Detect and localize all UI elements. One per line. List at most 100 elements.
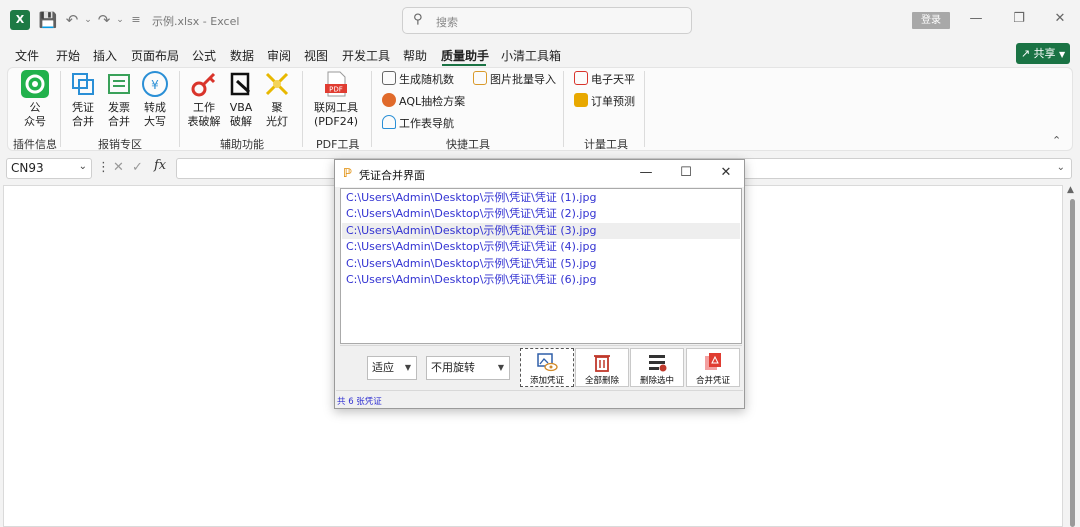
sheet-unlock-label-1: 工作 <box>193 101 215 114</box>
random-number-label: 生成随机数 <box>399 73 454 86</box>
search-box[interactable]: ⚲ 搜索 <box>402 7 692 34</box>
chevron-down-icon[interactable]: ⌄ <box>79 161 87 172</box>
customize-toolbar-icon[interactable]: ≡ <box>126 10 146 30</box>
list-item[interactable]: C:\Users\Admin\Desktop\示例\凭证\凭证 (6).jpg <box>342 272 740 288</box>
menu-view[interactable]: 视图 <box>304 47 328 64</box>
spotlight-button[interactable]: 聚 光灯 <box>263 70 291 129</box>
vba-icon <box>227 70 255 98</box>
sheet-unlock-label-2: 表破解 <box>187 115 221 128</box>
save-icon[interactable]: 💾 <box>38 10 58 30</box>
menu-help[interactable]: 帮助 <box>403 47 427 64</box>
divider <box>336 390 743 391</box>
user-icon <box>382 115 396 129</box>
official-account-button[interactable]: 公 众号 <box>20 70 50 129</box>
trash-icon <box>594 355 610 372</box>
excel-logo-icon[interactable]: X <box>10 10 30 30</box>
list-item[interactable]: C:\Users\Admin\Desktop\示例\凭证\凭证 (2).jpg <box>342 206 740 222</box>
menu-file[interactable]: 文件 <box>15 47 39 64</box>
minimize-icon[interactable]: — <box>968 11 984 26</box>
menu-home[interactable]: 开始 <box>56 47 80 64</box>
menu-formulas[interactable]: 公式 <box>192 47 216 64</box>
menu-quality-assistant[interactable]: 质量助手 <box>441 47 489 64</box>
dialog-maximize-icon[interactable]: ☐ <box>678 165 694 180</box>
image-import-label: 图片批量导入 <box>490 73 556 86</box>
pdf24-button[interactable]: PDF 联网工具 (PDF24) <box>312 70 360 129</box>
status-text: 共 6 张凭证 <box>337 397 382 407</box>
group-quick: 快捷工具 <box>446 138 490 151</box>
sheet-unlock-button[interactable]: 工作 表破解 <box>187 70 221 129</box>
active-tab-indicator <box>442 64 486 66</box>
voucher-merge-button[interactable]: 凭证 合并 <box>68 70 98 129</box>
vertical-scrollbar[interactable]: ▲ <box>1066 185 1078 527</box>
cancel-icon[interactable]: ✕ <box>113 160 124 175</box>
menu-developer[interactable]: 开发工具 <box>342 47 390 64</box>
order-forecast-button[interactable]: 订单预测 <box>574 93 635 109</box>
sheet-nav-button[interactable]: 工作表导航 <box>382 115 454 131</box>
share-button[interactable]: ↗ 共享 ▼ <box>1016 43 1070 64</box>
menu-page-layout[interactable]: 页面布局 <box>131 47 179 64</box>
vba-unlock-label-1: VBA <box>229 101 253 114</box>
invoice-merge-icon <box>105 70 133 98</box>
menu-bar: 文件 开始 插入 页面布局 公式 数据 审阅 视图 开发工具 帮助 质量助手 小… <box>0 40 1080 66</box>
list-item[interactable]: C:\Users\Admin\Desktop\示例\凭证\凭证 (4).jpg <box>342 239 740 255</box>
voucher-merge-label-2: 合并 <box>72 115 94 128</box>
menu-data[interactable]: 数据 <box>230 47 254 64</box>
restore-icon[interactable]: ❐ <box>1011 11 1027 26</box>
delete-row-icon <box>649 355 667 372</box>
list-item[interactable]: C:\Users\Admin\Desktop\示例\凭证\凭证 (5).jpg <box>342 256 740 272</box>
list-item-selected[interactable]: C:\Users\Admin\Desktop\示例\凭证\凭证 (3).jpg <box>342 223 740 239</box>
wechat-icon <box>21 70 49 98</box>
group-separator <box>60 71 61 147</box>
official-account-label-1: 公 <box>29 101 41 114</box>
collapse-ribbon-icon[interactable]: ⌃ <box>1052 134 1061 147</box>
document-title: 示例.xlsx - Excel <box>152 15 240 28</box>
close-icon[interactable]: ✕ <box>1052 11 1068 26</box>
balance-icon <box>574 71 588 85</box>
image-import-button[interactable]: 图片批量导入 <box>473 71 556 87</box>
balance-button[interactable]: 电子天平 <box>574 71 635 87</box>
search-placeholder: 搜索 <box>436 16 458 29</box>
dialog-minimize-icon[interactable]: — <box>638 165 654 180</box>
fit-select-value: 适应 <box>372 361 394 374</box>
fit-select[interactable]: 适应 ▼ <box>367 356 417 380</box>
delete-all-button[interactable]: 全部删除 <box>575 348 629 387</box>
voucher-merge-label-1: 凭证 <box>72 101 94 114</box>
pdf24-label-1: 联网工具 <box>314 101 358 114</box>
scroll-up-icon[interactable]: ▲ <box>1067 185 1074 195</box>
confirm-icon[interactable]: ✓ <box>132 160 143 175</box>
insert-function-icon[interactable]: fx <box>154 158 166 173</box>
merge-voucher-button[interactable]: 合并凭证 <box>686 348 740 387</box>
delete-selected-button[interactable]: 删除选中 <box>630 348 684 387</box>
login-button[interactable]: 登录 <box>912 12 950 29</box>
list-item[interactable]: C:\Users\Admin\Desktop\示例\凭证\凭证 (1).jpg <box>342 190 740 206</box>
to-uppercase-button[interactable]: ¥ 转成 大写 <box>140 70 170 129</box>
spotlight-label-2: 光灯 <box>266 115 288 128</box>
expand-formula-icon[interactable]: ⌄ <box>1057 162 1065 173</box>
app-icon: ℙ <box>343 166 352 180</box>
invoice-merge-label-2: 合并 <box>108 115 130 128</box>
group-assist: 辅助功能 <box>220 138 264 151</box>
pdf-file-icon: PDF <box>322 70 350 98</box>
group-separator <box>179 71 180 147</box>
menu-insert[interactable]: 插入 <box>93 47 117 64</box>
aql-plan-button[interactable]: AQL抽检方案 <box>382 93 465 109</box>
file-list[interactable]: C:\Users\Admin\Desktop\示例\凭证\凭证 (1).jpg … <box>340 188 742 344</box>
dialog-close-icon[interactable]: ✕ <box>718 165 734 180</box>
group-plugin-info: 插件信息 <box>13 138 57 151</box>
more-options-icon[interactable]: ⋮ <box>97 160 110 175</box>
random-number-button[interactable]: 生成随机数 <box>382 71 454 87</box>
pdf24-label-2: (PDF24) <box>313 115 358 128</box>
invoice-merge-button[interactable]: 发票 合并 <box>104 70 134 129</box>
vba-unlock-button[interactable]: VBA 破解 <box>227 70 255 129</box>
menu-review[interactable]: 审阅 <box>267 47 291 64</box>
menu-xiaoqing-toolbox[interactable]: 小清工具箱 <box>501 47 561 64</box>
delete-all-label: 全部删除 <box>584 376 619 386</box>
name-box[interactable]: CN93 ⌄ <box>6 158 92 179</box>
spotlight-label-1: 聚 <box>271 101 283 114</box>
add-voucher-button[interactable]: 添加凭证 <box>520 348 574 387</box>
scrollbar-thumb[interactable] <box>1070 199 1075 527</box>
sheet-nav-label: 工作表导航 <box>399 117 454 130</box>
uppercase-icon: ¥ <box>141 70 169 98</box>
add-voucher-label: 添加凭证 <box>529 376 564 386</box>
rotate-select[interactable]: 不用旋转 ▼ <box>426 356 510 380</box>
